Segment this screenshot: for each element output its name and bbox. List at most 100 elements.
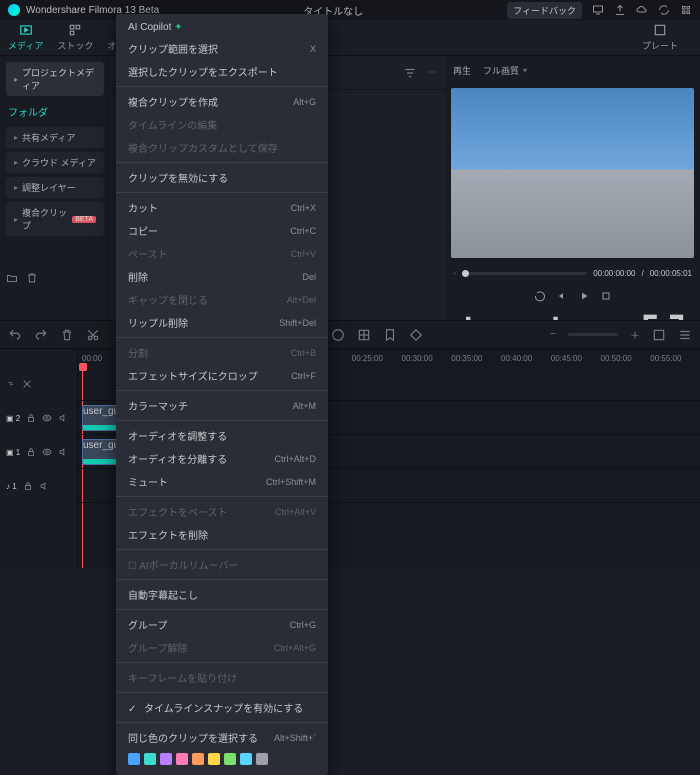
timeline-clip[interactable]: user_gu… bbox=[82, 405, 120, 431]
prev-frame-icon[interactable] bbox=[556, 290, 568, 302]
bin-icon[interactable] bbox=[26, 272, 38, 284]
tab-templates[interactable]: プレート bbox=[642, 23, 678, 52]
fit-icon[interactable] bbox=[652, 328, 666, 342]
color-icon[interactable] bbox=[331, 328, 345, 342]
eye-icon[interactable] bbox=[42, 447, 52, 457]
shortcut: Del bbox=[302, 272, 316, 282]
menu-item: エフェクトをペーストCtrl+Alt+V bbox=[116, 500, 328, 523]
sidebar-item-adjust[interactable]: ▸調整レイヤー bbox=[6, 177, 104, 198]
sidebar-label: プロジェクトメディア bbox=[22, 66, 96, 92]
track-header-a1[interactable]: ♪ 1 bbox=[0, 469, 77, 503]
menu-item[interactable]: 選択したクリップをエクスポート bbox=[116, 60, 328, 83]
loop-icon[interactable] bbox=[534, 290, 546, 302]
menu-item[interactable]: エフェットサイズにクロップCtrl+F bbox=[116, 364, 328, 387]
track-header-fx[interactable] bbox=[0, 367, 77, 401]
refresh-icon[interactable] bbox=[658, 4, 670, 16]
menu-item[interactable]: グループCtrl+G bbox=[116, 613, 328, 636]
grid-icon[interactable] bbox=[357, 328, 371, 342]
menu-item[interactable]: 同じ色のクリップを選択するAlt+Shift+` bbox=[116, 726, 328, 749]
track-label: ▣ 1 bbox=[6, 448, 20, 457]
menu-item[interactable]: 自動字幕起こし bbox=[116, 583, 328, 606]
color-swatch[interactable] bbox=[192, 753, 204, 765]
menu-item[interactable]: ✓タイムラインスナップを有効にする bbox=[116, 696, 328, 719]
stock-icon bbox=[68, 23, 82, 37]
track-header-v2[interactable]: ▣ 2 bbox=[0, 401, 77, 435]
feedback-button[interactable]: フィードバック bbox=[507, 2, 582, 19]
menu-item[interactable]: AI Copilot ✦ bbox=[116, 18, 328, 37]
timeline-ruler[interactable]: 00:00 00:25:00 00:30:00 00:35:00 00:40:0… bbox=[0, 349, 700, 367]
color-swatch[interactable] bbox=[224, 753, 236, 765]
ruler-mark: 00:35:00 bbox=[451, 354, 501, 363]
menu-item[interactable]: 削除Del bbox=[116, 265, 328, 288]
sidebar-folder[interactable]: フォルダ bbox=[6, 100, 104, 123]
menu-item[interactable]: クリップを無効にする bbox=[116, 166, 328, 189]
color-swatches bbox=[116, 749, 328, 771]
quality-select[interactable]: フル画質 ▾ bbox=[483, 64, 527, 77]
color-swatch[interactable] bbox=[256, 753, 268, 765]
menu-label: エフェットサイズにクロップ bbox=[128, 372, 258, 383]
tab-stock[interactable]: ストック bbox=[57, 23, 93, 52]
lock-icon[interactable] bbox=[26, 447, 36, 457]
keyframe-icon[interactable] bbox=[409, 328, 423, 342]
lock-icon[interactable] bbox=[23, 481, 33, 491]
sidebar-project-media[interactable]: ▸プロジェクトメディア bbox=[6, 62, 104, 96]
menu-item[interactable]: オーディオを分離するCtrl+Alt+D bbox=[116, 447, 328, 470]
menu-item[interactable]: エフェクトを削除 bbox=[116, 523, 328, 546]
more-icon[interactable]: ⋯ bbox=[427, 67, 437, 78]
cloud-icon[interactable] bbox=[636, 4, 648, 16]
menu-item[interactable]: クリップ範囲を選択X bbox=[116, 37, 328, 60]
mute-icon[interactable] bbox=[58, 413, 68, 423]
timeline-clip[interactable]: user_gu… bbox=[82, 439, 120, 465]
redo-icon[interactable] bbox=[34, 328, 48, 342]
cut-icon[interactable] bbox=[86, 328, 100, 342]
stop-icon[interactable] bbox=[600, 290, 612, 302]
color-swatch[interactable] bbox=[128, 753, 140, 765]
delete-icon[interactable] bbox=[60, 328, 74, 342]
filter-icon[interactable] bbox=[403, 66, 417, 80]
zoom-in-icon[interactable]: ＋ bbox=[630, 327, 640, 342]
scrub-start-icon[interactable]: ◦ bbox=[453, 269, 456, 278]
sidebar-item-cloud[interactable]: ▸クラウド メディア bbox=[6, 152, 104, 173]
sidebar-item-compound[interactable]: ▸複合クリップBETA bbox=[6, 202, 104, 236]
link-icon bbox=[6, 379, 16, 389]
shortcut: Ctrl+Alt+D bbox=[274, 454, 316, 464]
menu-label: カラーマッチ bbox=[128, 402, 188, 413]
color-swatch[interactable] bbox=[240, 753, 252, 765]
play-tab[interactable]: 再生 bbox=[453, 64, 471, 77]
color-swatch[interactable] bbox=[176, 753, 188, 765]
ruler-mark: 00:30:00 bbox=[402, 354, 452, 363]
menu-item[interactable]: カットCtrl+X bbox=[116, 196, 328, 219]
mute-icon[interactable] bbox=[58, 447, 68, 457]
color-swatch[interactable] bbox=[208, 753, 220, 765]
menu-item[interactable]: コピー Ctrl+C bbox=[116, 219, 328, 242]
marker-icon[interactable] bbox=[383, 328, 397, 342]
settings-icon[interactable] bbox=[680, 4, 692, 16]
shortcut: Ctrl+C bbox=[290, 226, 316, 236]
zoom-out-icon[interactable]: − bbox=[550, 329, 556, 340]
menu-label: コピー bbox=[128, 227, 158, 238]
menu-item[interactable]: 複合クリップを作成Alt+G bbox=[116, 90, 328, 113]
sparkle-icon: ✦ bbox=[171, 22, 182, 33]
undo-icon[interactable] bbox=[8, 328, 22, 342]
export-icon[interactable] bbox=[614, 4, 626, 16]
preview-viewport[interactable] bbox=[451, 88, 694, 258]
zoom-slider[interactable] bbox=[568, 333, 618, 336]
menu-item[interactable]: オーディオを調整する bbox=[116, 424, 328, 447]
sidebar-item-shared[interactable]: ▸共有メディア bbox=[6, 127, 104, 148]
mute-icon[interactable] bbox=[39, 481, 49, 491]
menu-item[interactable]: ミュートCtrl+Shift+M bbox=[116, 470, 328, 493]
list-icon[interactable] bbox=[678, 328, 692, 342]
menu-item[interactable]: リップル削除Shift+Del bbox=[116, 311, 328, 334]
lock-icon[interactable] bbox=[26, 413, 36, 423]
eye-icon[interactable] bbox=[42, 413, 52, 423]
menu-item[interactable]: カラーマッチAlt+M bbox=[116, 394, 328, 417]
menu-label: 分割 bbox=[128, 349, 148, 360]
new-folder-icon[interactable] bbox=[6, 272, 18, 284]
tab-media[interactable]: メディア bbox=[8, 23, 43, 52]
scrub-bar[interactable] bbox=[462, 272, 587, 275]
color-swatch[interactable] bbox=[160, 753, 172, 765]
track-header-v1[interactable]: ▣ 1 bbox=[0, 435, 77, 469]
color-swatch[interactable] bbox=[144, 753, 156, 765]
monitor-icon[interactable] bbox=[592, 4, 604, 16]
play-icon[interactable] bbox=[578, 290, 590, 302]
